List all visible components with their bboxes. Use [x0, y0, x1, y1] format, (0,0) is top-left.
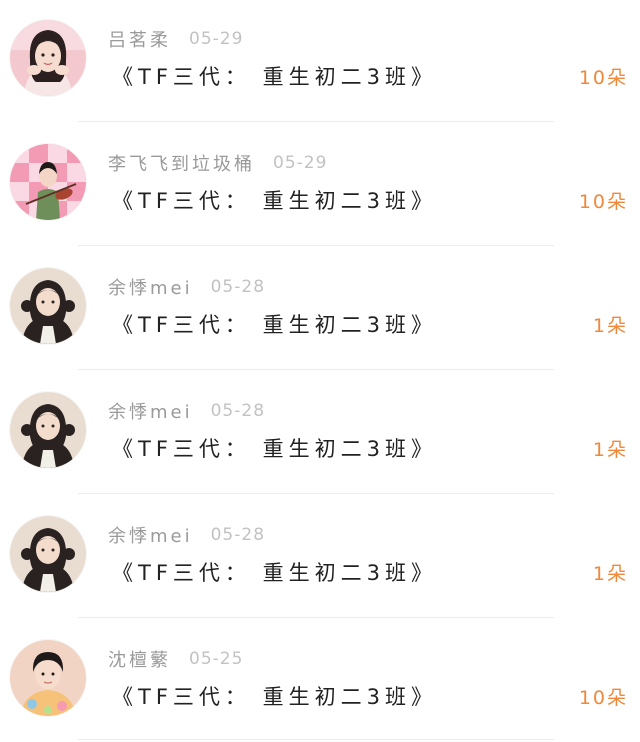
- flower-count: 1朵: [592, 562, 628, 585]
- book-title[interactable]: 《TF三代： 重生初二3班》: [112, 60, 437, 92]
- flower-count: 1朵: [592, 314, 628, 337]
- flower-count: 10朵: [578, 686, 628, 709]
- avatar[interactable]: [10, 20, 86, 96]
- avatar[interactable]: [10, 640, 86, 716]
- book-title[interactable]: 《TF三代： 重生初二3班》: [112, 432, 437, 464]
- row-divider: [78, 493, 554, 494]
- gift-list: 吕茗柔 05-29 《TF三代： 重生初二3班》 10朵 李飞飞到垃圾桶 05-…: [0, 0, 640, 742]
- list-item[interactable]: 李飞飞到垃圾桶 05-29 《TF三代： 重生初二3班》 10朵: [0, 124, 640, 248]
- list-item[interactable]: 余悸mei 05-28 《TF三代： 重生初二3班》 1朵: [0, 248, 640, 372]
- row-divider: [78, 739, 554, 740]
- user-nickname[interactable]: 余悸mei: [108, 274, 193, 300]
- flower-count: 10朵: [578, 66, 628, 89]
- book-title[interactable]: 《TF三代： 重生初二3班》: [112, 184, 437, 216]
- list-item[interactable]: 余悸mei 05-28 《TF三代： 重生初二3班》 1朵: [0, 372, 640, 496]
- timestamp: 05-29: [273, 153, 328, 173]
- avatar[interactable]: [10, 392, 86, 468]
- user-nickname[interactable]: 沈檀蘩: [108, 646, 171, 672]
- avatar[interactable]: [10, 516, 86, 592]
- book-title[interactable]: 《TF三代： 重生初二3班》: [112, 680, 437, 712]
- list-item[interactable]: 沈檀蘩 05-25 《TF三代： 重生初二3班》 10朵: [0, 620, 640, 742]
- list-item[interactable]: 余悸mei 05-28 《TF三代： 重生初二3班》 1朵: [0, 496, 640, 620]
- flower-count: 1朵: [592, 438, 628, 461]
- user-nickname[interactable]: 吕茗柔: [108, 26, 171, 52]
- book-title[interactable]: 《TF三代： 重生初二3班》: [112, 308, 437, 340]
- timestamp: 05-28: [210, 401, 266, 421]
- user-nickname[interactable]: 余悸mei: [108, 522, 193, 548]
- avatar[interactable]: [10, 268, 86, 344]
- user-nickname[interactable]: 余悸mei: [108, 398, 193, 424]
- row-divider: [78, 369, 554, 370]
- row-divider: [78, 617, 554, 618]
- timestamp: 05-29: [189, 29, 244, 49]
- list-item[interactable]: 吕茗柔 05-29 《TF三代： 重生初二3班》 10朵: [0, 0, 640, 124]
- timestamp: 05-28: [210, 277, 266, 297]
- user-nickname[interactable]: 李飞飞到垃圾桶: [108, 150, 255, 176]
- flower-count: 10朵: [578, 190, 628, 213]
- timestamp: 05-28: [210, 525, 266, 545]
- avatar[interactable]: [10, 144, 86, 220]
- timestamp: 05-25: [189, 649, 244, 669]
- book-title[interactable]: 《TF三代： 重生初二3班》: [112, 556, 437, 588]
- row-divider: [78, 121, 554, 122]
- row-divider: [78, 245, 554, 246]
